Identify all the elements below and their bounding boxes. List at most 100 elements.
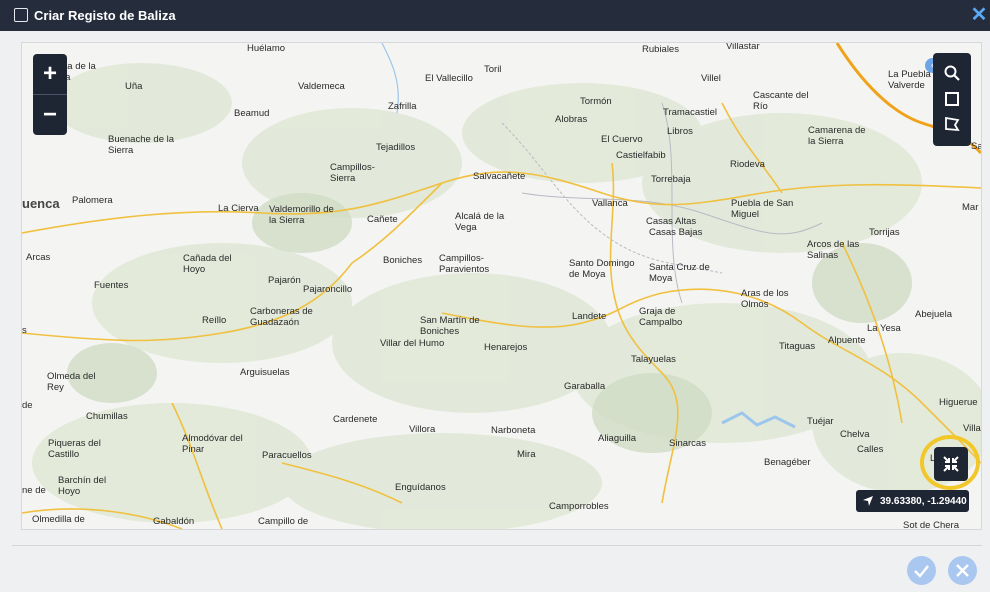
place-label: Cañete: [367, 214, 398, 225]
place-label: Santo Domingo de Moya: [569, 258, 635, 280]
zoom-out-button[interactable]: −: [33, 95, 67, 135]
place-label: Villar del Humo: [380, 338, 445, 349]
place-label: Tormón: [580, 96, 612, 107]
place-label: Enguídanos: [395, 482, 446, 493]
close-icon[interactable]: ✕: [969, 4, 989, 26]
place-label: Valdemeca: [298, 81, 345, 92]
place-label: Vallanca: [592, 198, 628, 209]
zoom-control: + −: [33, 54, 67, 135]
place-label: Abejuela: [915, 309, 952, 320]
square-select-icon[interactable]: [942, 89, 962, 109]
check-icon: [914, 565, 929, 578]
place-label: Palomera: [72, 195, 113, 206]
place-label: Arcos de las Salinas: [807, 239, 860, 261]
place-label: Valdemorillo de la Sierra: [269, 204, 334, 226]
search-icon[interactable]: [942, 63, 962, 83]
confirm-button[interactable]: [907, 556, 936, 585]
place-label: Buenache de la Sierra: [108, 134, 175, 156]
place-label: Higuerue: [939, 397, 978, 408]
place-label: de: [22, 400, 33, 411]
place-label: Pajarón: [268, 275, 301, 286]
place-label: Villora: [409, 424, 436, 435]
polygon-select-icon[interactable]: [942, 114, 962, 134]
place-label: Casas Bajas: [649, 227, 703, 238]
place-label: Zafrilla: [388, 101, 417, 112]
place-label: Pajaroncillo: [303, 284, 353, 295]
place-label: Cascante del Río: [753, 90, 809, 112]
place-label: uenca: [22, 196, 60, 211]
place-label: Tramacastiel: [663, 107, 718, 118]
location-arrow-icon: [863, 496, 873, 506]
place-label: Barchín del Hoyo: [58, 475, 107, 497]
place-label: Chumillas: [86, 411, 128, 422]
highlight-ring: [920, 435, 980, 490]
coordinates-display: 39.63380, -1.29440: [856, 490, 969, 512]
place-label: Toril: [484, 64, 502, 75]
place-label: Alcalá de la Vega: [455, 211, 505, 233]
place-label: Camporrobles: [549, 501, 609, 512]
place-label: ba de la ra: [62, 61, 96, 83]
place-label: ne de: [22, 485, 46, 496]
place-label: Graja de Campalbo: [639, 306, 683, 328]
place-label: Beamud: [234, 108, 270, 119]
place-label: Calles: [857, 444, 884, 455]
zoom-in-button[interactable]: +: [33, 54, 67, 94]
place-label: Campillo de: [258, 516, 309, 527]
place-label: Chelva: [840, 429, 870, 440]
place-label: Torrebaja: [651, 174, 691, 185]
place-label: Mar: [962, 202, 979, 213]
map-tools: [933, 53, 971, 146]
place-label: Titaguas: [779, 341, 816, 352]
place-label: Carboneras de Guadazaón: [250, 306, 313, 328]
place-label: Tuéjar: [807, 416, 834, 427]
place-label: Camarena de la Sierra: [808, 125, 866, 147]
place-label: Cardenete: [333, 414, 378, 425]
place-label: La Cierva: [218, 203, 259, 214]
place-label: Villa: [963, 423, 981, 434]
place-label: Sot de Chera: [903, 520, 959, 530]
place-label: Sa: [971, 141, 982, 152]
place-label: Arguisuelas: [240, 367, 290, 378]
place-label: Villastar: [726, 42, 760, 52]
place-label: Piqueras del Castillo: [48, 438, 101, 460]
place-label: Campillos- Paravientos: [439, 253, 490, 275]
place-label: Paracuellos: [262, 450, 312, 461]
place-label: Mira: [517, 449, 536, 460]
place-label: Henarejos: [484, 342, 528, 353]
place-label: Castielfabib: [616, 150, 666, 161]
place-label: Tejadillos: [376, 142, 416, 153]
place-label: Torrijas: [869, 227, 900, 238]
footer-divider: [12, 545, 982, 546]
place-label: Aras de los Olmos: [741, 288, 789, 310]
close-icon: [956, 564, 969, 577]
place-label: Alobras: [555, 114, 588, 125]
dialog-titlebar: Criar Registo de Baliza ✕: [0, 0, 990, 31]
place-label: Olmedilla de: [32, 514, 85, 525]
map-view[interactable]: Huélamo Toril Rubiales Villastar ba de l…: [21, 42, 982, 530]
place-label: Santa Cruz de Moya: [649, 262, 710, 284]
place-label: Reíllo: [202, 315, 227, 326]
place-label: Huélamo: [247, 43, 286, 54]
place-label: Benagéber: [764, 457, 811, 468]
place-label: Olmeda del Rey: [47, 371, 96, 393]
place-label: Campillos- Sierra: [330, 162, 375, 184]
place-label: Almodóvar del Pinar: [182, 433, 243, 455]
place-label: Rubiales: [642, 44, 679, 55]
dialog-title: Criar Registo de Baliza: [34, 8, 176, 23]
place-label: s: [22, 325, 27, 336]
place-label: El Vallecillo: [425, 73, 473, 84]
place-label: Uña: [125, 81, 143, 92]
place-label: Talayuelas: [631, 354, 676, 365]
place-label: Boniches: [383, 255, 423, 266]
place-label: Sinarcas: [669, 438, 706, 449]
select-checkbox[interactable]: [14, 8, 28, 22]
cancel-button[interactable]: [948, 556, 977, 585]
place-label: Villel: [701, 73, 721, 84]
place-label: Alpuente: [828, 335, 866, 346]
place-label: Libros: [667, 126, 693, 137]
place-label: La Puebla Valverde: [888, 69, 931, 91]
place-label: Salvacañete: [473, 171, 526, 182]
place-label: Puebla de San Miguel: [731, 198, 794, 220]
place-label: Aliaguilla: [598, 433, 637, 444]
map-terrain: [22, 43, 981, 529]
